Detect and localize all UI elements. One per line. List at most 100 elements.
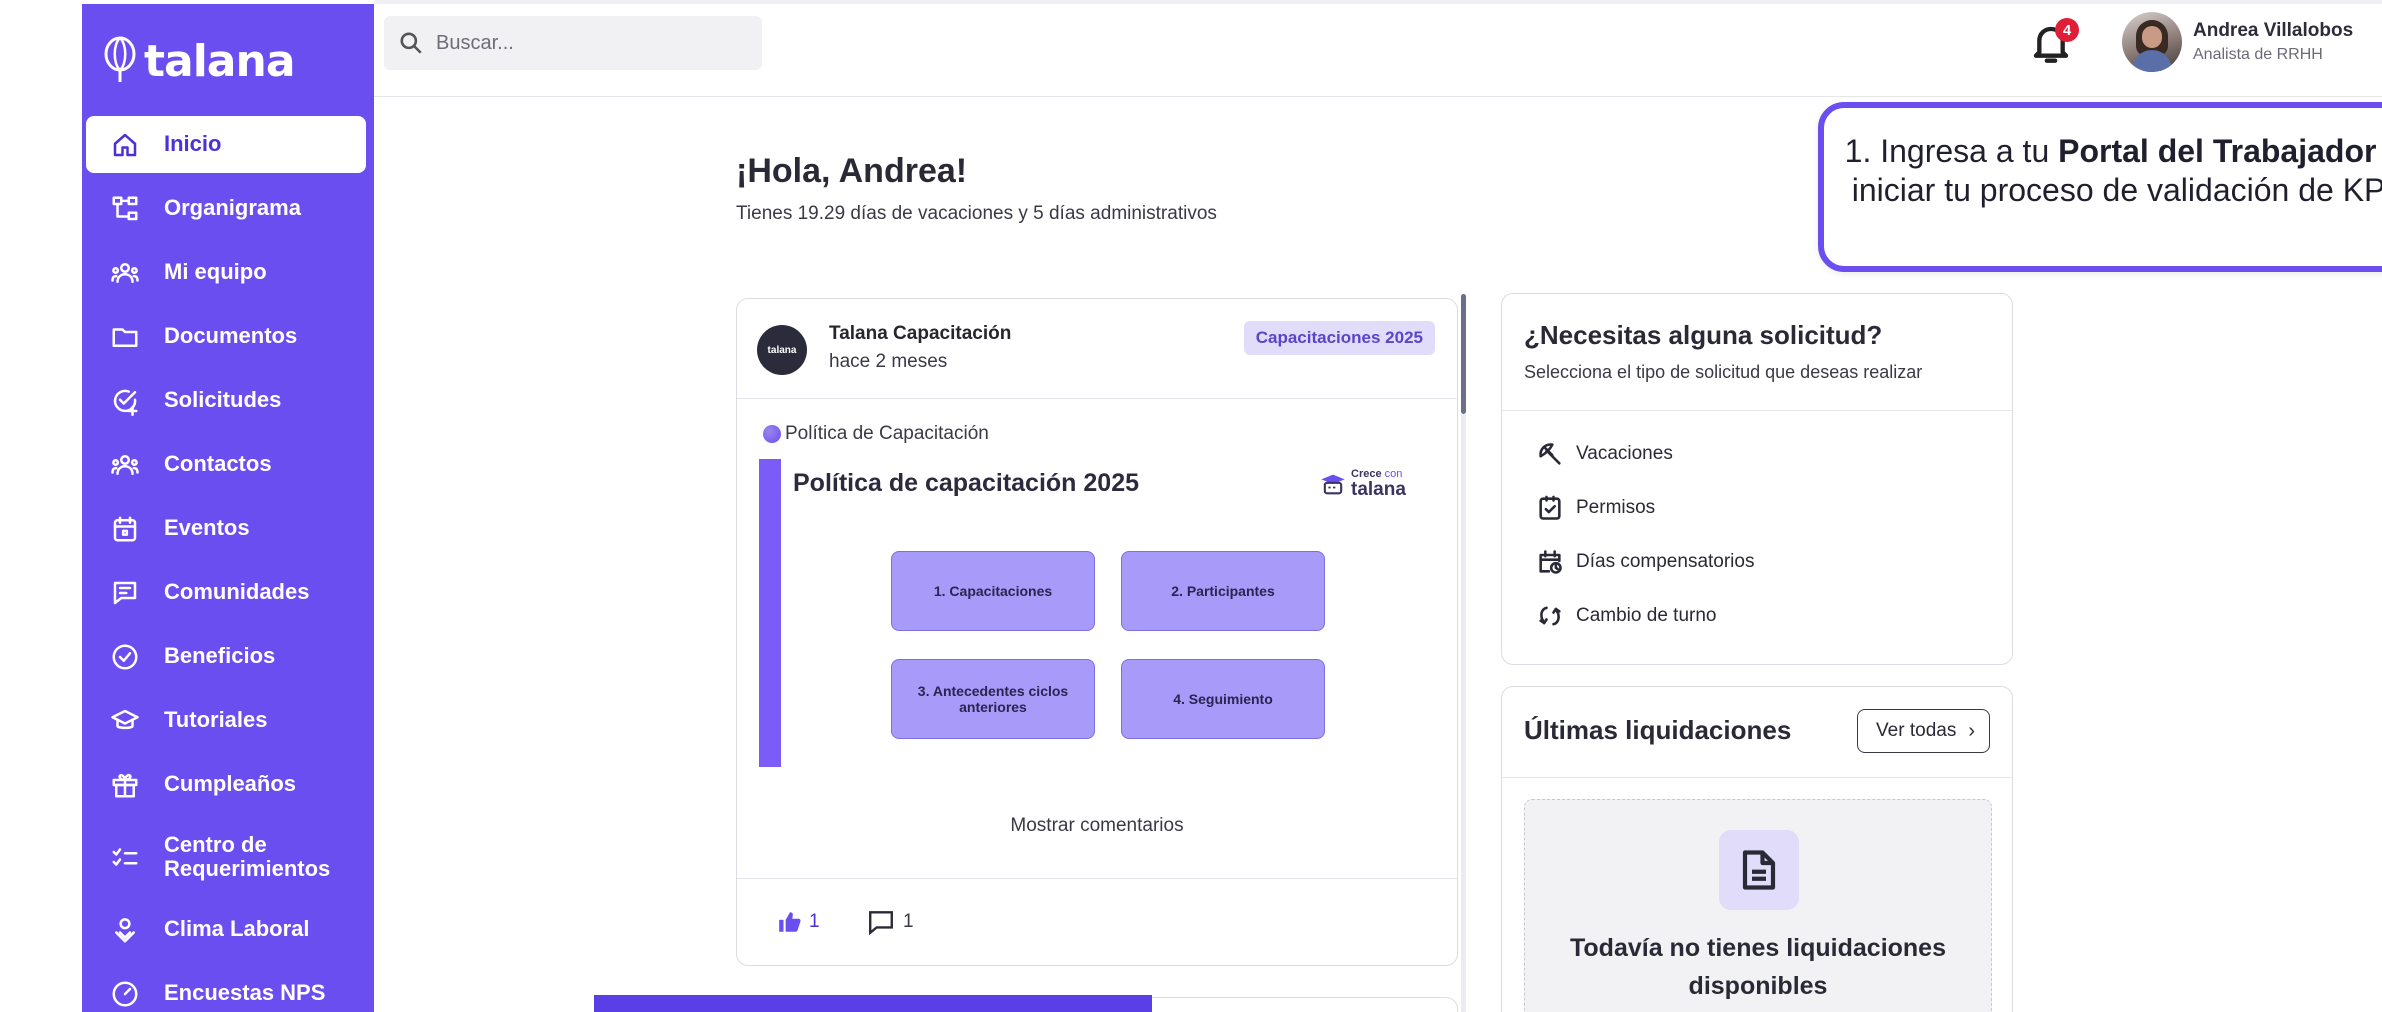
slide-box-capacitaciones: 1. Capacitaciones — [891, 551, 1095, 631]
comment-count: 1 — [903, 911, 914, 932]
post-header: talana Talana Capacitación hace 2 meses … — [737, 299, 1457, 399]
sidebar-item-mi-equipo[interactable]: Mi equipo — [86, 244, 366, 301]
gift-icon — [108, 768, 142, 802]
avatar[interactable] — [2122, 12, 2182, 72]
payroll-empty-message: Todavía no tienes liquidaciones disponib… — [1569, 934, 1946, 1000]
calendar-icon — [108, 512, 142, 546]
user-role: Analista de RRHH — [2193, 46, 2323, 63]
search-box[interactable] — [384, 16, 762, 70]
sidebar-item-centro-requerimientos[interactable]: Centro de Requerimientos — [86, 820, 366, 894]
logo-bottom-text: talana — [1351, 479, 1406, 500]
search-icon — [400, 32, 422, 54]
sidebar-item-documentos[interactable]: Documentos — [86, 308, 366, 365]
org-chart-icon — [108, 192, 142, 226]
sidebar-item-eventos[interactable]: Eventos — [86, 500, 366, 557]
brand-logo[interactable]: talana — [100, 24, 296, 84]
page-title: ¡Hola, Andrea! — [736, 152, 968, 190]
team-icon — [108, 256, 142, 290]
sidebar-item-label: Documentos — [164, 323, 298, 349]
payroll-empty-state: Todavía no tienes liquidaciones disponib… — [1524, 799, 1992, 1012]
comment-icon — [869, 911, 893, 935]
feed-scrollbar-thumb[interactable] — [1461, 294, 1466, 414]
sidebar-item-comunidades[interactable]: Comunidades — [86, 564, 366, 621]
balloon-logo-icon — [104, 36, 136, 82]
notifications-button[interactable]: 4 — [2031, 18, 2079, 68]
sidebar-item-beneficios[interactable]: Beneficios — [86, 628, 366, 685]
post-image[interactable]: Política de capacitación 2025 Crece con … — [759, 459, 1435, 767]
post-topic-label: Política de Capacitación — [785, 423, 989, 444]
request-dias-compensatorios[interactable]: Días compensatorios — [1536, 542, 1754, 582]
notification-count-badge: 4 — [2055, 18, 2079, 42]
sidebar-item-cumpleanos[interactable]: Cumpleaños — [86, 756, 366, 813]
slide-accent-bar — [759, 459, 781, 767]
show-comments-link[interactable]: Mostrar comentarios — [737, 815, 1457, 837]
folder-icon — [108, 320, 142, 354]
sidebar-item-label: Eventos — [164, 515, 250, 541]
sidebar-item-encuestas-nps[interactable]: Encuestas NPS — [86, 965, 366, 1012]
request-label: Permisos — [1576, 497, 1656, 518]
sidebar-item-label: Mi equipo — [164, 259, 267, 285]
requests-subtitle: Selecciona el tipo de solicitud que dese… — [1524, 362, 1923, 382]
search-input[interactable] — [436, 31, 736, 55]
sidebar-item-label: Centro de Requerimientos — [164, 831, 331, 881]
sidebar-item-label: Organigrama — [164, 195, 301, 221]
chevron-right-icon: › — [1968, 719, 1975, 742]
request-vacaciones[interactable]: Vacaciones — [1536, 434, 1673, 474]
beach-umbrella-icon — [1539, 443, 1561, 465]
check-clipboard-icon — [1539, 495, 1561, 520]
post-footer: 1 1 — [737, 878, 1457, 965]
sidebar-item-tutoriales[interactable]: Tutoriales — [86, 692, 366, 749]
view-all-label: Ver todas — [1876, 720, 1957, 741]
sidebar-item-label: Encuestas NPS — [164, 980, 326, 1006]
sidebar-item-inicio[interactable]: Inicio — [86, 116, 366, 173]
sidebar-item-label: Cumpleaños — [164, 771, 297, 797]
sidebar-item-label: Clima Laboral — [164, 916, 310, 942]
feed-scrollbar-track[interactable] — [1461, 414, 1466, 1012]
gauge-icon — [108, 977, 142, 1011]
crece-con-talana-logo: Crece con talana — [1319, 469, 1406, 499]
sidebar-item-label: Solicitudes — [164, 387, 282, 413]
top-bar: 4 Andrea Villalobos Analista de RRHH — [374, 4, 2382, 97]
post-category-badge[interactable]: Capacitaciones 2025 — [1243, 321, 1435, 355]
graduation-cap-icon — [108, 704, 142, 738]
sidebar-item-organigrama[interactable]: Organigrama — [86, 180, 366, 237]
post-timestamp: hace 2 meses — [829, 351, 948, 372]
thumbs-up-icon — [779, 912, 801, 932]
document-icon — [1719, 830, 1799, 910]
user-name[interactable]: Andrea Villalobos — [2193, 20, 2353, 42]
calendar-clock-icon — [1539, 550, 1562, 574]
post-author[interactable]: Talana Capacitación — [829, 323, 1011, 345]
like-count: 1 — [809, 911, 820, 932]
divider — [1502, 410, 2012, 411]
payroll-card: Últimas liquidaciones Ver todas › Todaví… — [1501, 686, 2013, 1012]
view-all-button[interactable]: Ver todas › — [1857, 709, 1990, 753]
sidebar-item-contactos[interactable]: Contactos — [86, 436, 366, 493]
request-permisos[interactable]: Permisos — [1536, 488, 1655, 528]
post-author-avatar[interactable]: talana — [757, 325, 807, 375]
sidebar: talana Inicio Organigrama Mi equipo Docu… — [82, 4, 374, 1012]
vacation-summary: Tienes 19.29 días de vacaciones y 5 días… — [736, 203, 1217, 224]
check-circle-icon — [108, 640, 142, 674]
feed-post: talana Talana Capacitación hace 2 meses … — [736, 298, 1458, 966]
page-margin — [0, 0, 82, 1012]
request-cambio-de-turno[interactable]: Cambio de turno — [1536, 596, 1716, 636]
home-icon — [108, 128, 142, 162]
slide-box-participantes: 2. Participantes — [1121, 551, 1325, 631]
callout-bold-text: Portal del Trabajador — [2058, 133, 2377, 169]
like-button[interactable]: 1 — [777, 909, 820, 935]
topic-dot-icon — [763, 425, 781, 443]
sidebar-item-clima-laboral[interactable]: Clima Laboral — [86, 901, 366, 958]
requests-title: ¿Necesitas alguna solicitud? — [1524, 320, 1883, 350]
avatar-face — [2142, 26, 2162, 48]
avatar-body — [2132, 50, 2172, 72]
slide-box-seguimiento: 4. Seguimiento — [1121, 659, 1325, 739]
request-label: Vacaciones — [1576, 443, 1673, 464]
graduation-cap-icon — [1319, 470, 1347, 498]
contacts-icon — [108, 448, 142, 482]
instruction-callout: 1. Ingresa a tu Portal del Trabajador y … — [1818, 102, 2382, 272]
sidebar-item-label: Contactos — [164, 451, 272, 477]
checklist-icon — [108, 840, 142, 874]
comment-button[interactable]: 1 — [867, 909, 914, 935]
slide-box-antecedentes: 3. Antecedentes ciclos anteriores — [891, 659, 1095, 739]
sidebar-item-solicitudes[interactable]: Solicitudes — [86, 372, 366, 429]
